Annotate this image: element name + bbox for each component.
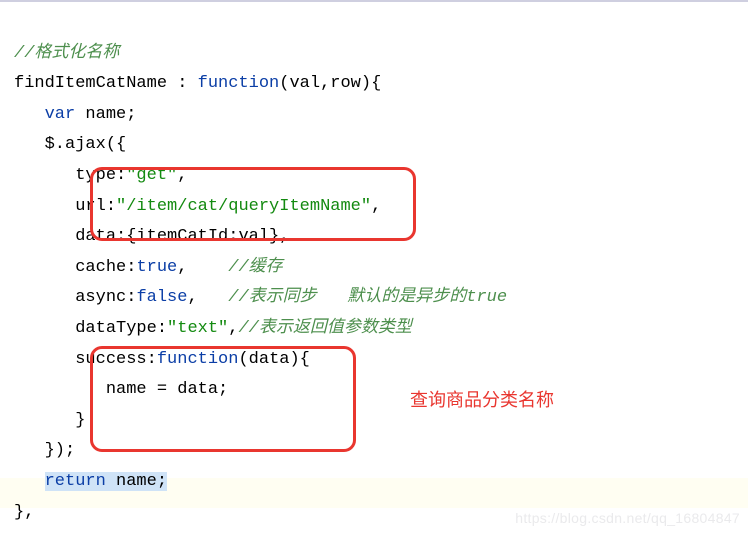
- prop-url-k: url: [75, 197, 106, 216]
- comment-cache: //缓存: [228, 258, 282, 277]
- prop-cache-v: true: [136, 258, 177, 277]
- annotation-text: 查询商品分类名称: [410, 384, 554, 416]
- prop-dt-v: "text": [167, 319, 228, 338]
- succ-params: (data){: [238, 350, 309, 369]
- ajax-close: });: [45, 441, 76, 460]
- kw-return: return: [45, 472, 106, 491]
- prop-data-v: :{itemCatId:val},: [116, 227, 289, 246]
- prop-type-v: "get": [126, 166, 177, 185]
- watermark: https://blog.csdn.net/qq_16804847: [515, 506, 740, 531]
- fn-name: findItemCatName: [14, 74, 167, 93]
- succ-body: name = data;: [106, 380, 228, 399]
- brace-close-1: }: [75, 411, 85, 430]
- prop-type-k: type: [75, 166, 116, 185]
- comment-async: //表示同步 默认的是异步的true: [228, 288, 507, 307]
- block-close: },: [14, 503, 34, 522]
- var-decl: name;: [75, 105, 136, 124]
- kw-var: var: [45, 105, 76, 124]
- prop-async-k: async: [75, 288, 126, 307]
- prop-url-v: "/item/cat/queryItemName": [116, 197, 371, 216]
- prop-async-v: false: [136, 288, 187, 307]
- prop-dt-k: dataType: [75, 319, 157, 338]
- kw-function: function: [198, 74, 280, 93]
- ret-expr: name;: [106, 472, 167, 491]
- prop-succ-k: success: [75, 350, 146, 369]
- prop-cache-k: cache: [75, 258, 126, 277]
- ajax-open: $.ajax({: [45, 135, 127, 154]
- prop-data-k: data: [75, 227, 116, 246]
- comment-format: //格式化名称: [14, 44, 119, 63]
- fn-params: (val,row){: [279, 74, 381, 93]
- colon: :: [167, 74, 198, 93]
- kw-function-2: function: [157, 350, 239, 369]
- comment-dt: //表示返回值参数类型: [238, 319, 411, 338]
- code-block: //格式化名称 findItemCatName : function(val,r…: [0, 2, 748, 528]
